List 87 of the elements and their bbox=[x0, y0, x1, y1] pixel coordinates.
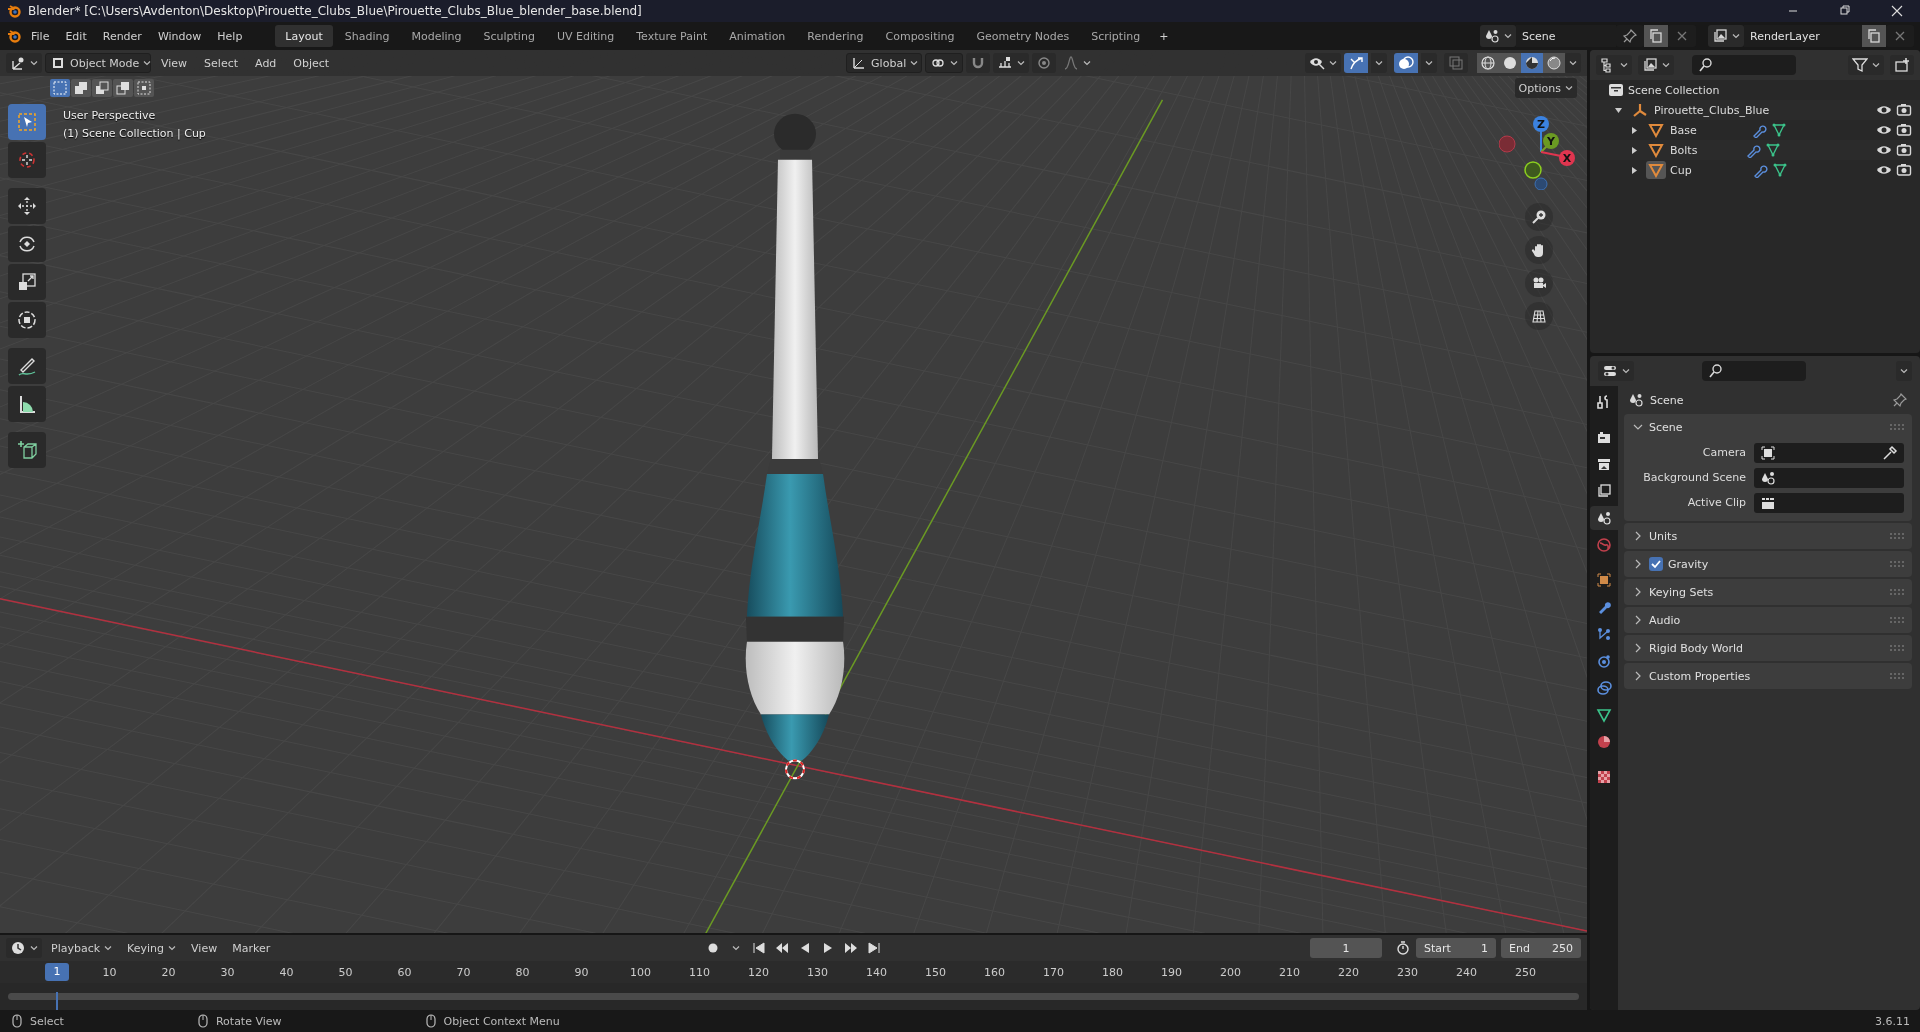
menu-item[interactable]: Edit bbox=[58, 26, 94, 46]
frame-number: 90 bbox=[573, 965, 590, 979]
frame-number: 190 bbox=[1160, 965, 1183, 979]
workspace-tab[interactable]: Layout bbox=[275, 25, 333, 47]
menu-item[interactable]: Render bbox=[95, 26, 149, 46]
tree-item-label[interactable]: Cup bbox=[1670, 163, 1692, 177]
panel-title[interactable]: Gravity bbox=[1668, 557, 1709, 571]
frame-number: 230 bbox=[1396, 965, 1419, 979]
workspace-tab[interactable]: Modeling bbox=[401, 25, 472, 47]
frame-number: 250 bbox=[1514, 965, 1537, 979]
viewport-info-text: (1) Scene Collection | Cup bbox=[63, 126, 206, 142]
workspace-tab[interactable]: Texture Paint bbox=[626, 25, 718, 47]
view-layer-name-field[interactable]: RenderLayer bbox=[1744, 25, 1862, 47]
frame-number: 240 bbox=[1455, 965, 1478, 979]
menu-dropdown[interactable]: Marker bbox=[226, 938, 277, 958]
start-frame-field[interactable]: Start 1 bbox=[1416, 938, 1496, 958]
menu-item[interactable]: View bbox=[154, 53, 195, 73]
frame-number: 120 bbox=[747, 965, 770, 979]
frame-number: 1 bbox=[45, 963, 69, 981]
menu-item[interactable]: Window bbox=[150, 26, 209, 46]
workspace-tab[interactable]: Compositing bbox=[875, 25, 965, 47]
tree-item-label[interactable]: Scene Collection bbox=[1628, 83, 1720, 97]
field-label: Active Clip bbox=[1686, 496, 1746, 509]
menu-item[interactable]: File bbox=[24, 26, 57, 46]
workspace-tab[interactable]: UV Editing bbox=[546, 25, 625, 47]
scene-name-field[interactable]: Scene bbox=[1516, 25, 1616, 47]
frame-number: 30 bbox=[219, 965, 236, 979]
panel-title[interactable]: Scene bbox=[1649, 420, 1683, 434]
menu-item[interactable]: Add bbox=[248, 53, 284, 73]
frame-number: 70 bbox=[455, 965, 472, 979]
axis-handle[interactable]: X bbox=[1540, 150, 1575, 166]
tree-item-label[interactable]: Base bbox=[1670, 123, 1697, 137]
menu-dropdown[interactable]: Keying bbox=[121, 938, 183, 958]
menu-dropdown[interactable]: View bbox=[185, 938, 224, 958]
panel-title[interactable]: Units bbox=[1649, 529, 1678, 543]
tree-item-label[interactable]: Pirouette_Clubs_Blue bbox=[1654, 103, 1770, 117]
field-label: Start bbox=[1424, 941, 1451, 955]
workspace-tab[interactable]: Shading bbox=[334, 25, 400, 47]
workspace-tab[interactable]: Rendering bbox=[797, 25, 874, 47]
workspace-tab[interactable]: Geometry Nodes bbox=[966, 25, 1080, 47]
menu-item[interactable]: Select bbox=[197, 53, 246, 73]
field-value: 1 bbox=[1481, 941, 1488, 955]
workspace-tab[interactable]: Sculpting bbox=[473, 25, 545, 47]
end-frame-field[interactable]: End 250 bbox=[1501, 938, 1581, 958]
frame-number: 100 bbox=[629, 965, 652, 979]
field-label: End bbox=[1509, 941, 1530, 955]
frame-number: 50 bbox=[337, 965, 354, 979]
menu-dropdown[interactable]: Playback bbox=[45, 938, 119, 958]
menu-item[interactable]: Object bbox=[286, 53, 337, 73]
window-title: Blender* [C:\Users\Avdenton\Desktop\Pirouette_Clubs_Blue\Pirouette_Clubs_Blue_blender_base.blend] bbox=[28, 4, 642, 18]
status-hint: Rotate View bbox=[215, 1014, 282, 1028]
field-label: Background Scene bbox=[1642, 471, 1746, 484]
options-dropdown[interactable]: Options bbox=[1514, 78, 1577, 98]
frame-number: 130 bbox=[806, 965, 829, 979]
frame-number: 40 bbox=[278, 965, 295, 979]
field-value: 250 bbox=[1552, 941, 1573, 955]
workspace-tab[interactable]: Animation bbox=[719, 25, 796, 47]
frame-number: 200 bbox=[1219, 965, 1242, 979]
add-workspace-button[interactable]: + bbox=[1152, 26, 1176, 46]
current-frame-field[interactable]: 1 bbox=[1310, 938, 1382, 958]
viewport-info-text: User Perspective bbox=[63, 108, 157, 124]
frame-number: 60 bbox=[396, 965, 413, 979]
mode-dropdown[interactable]: Object Mode bbox=[45, 53, 151, 73]
frame-number: 140 bbox=[865, 965, 888, 979]
panel-title[interactable]: Rigid Body World bbox=[1649, 641, 1743, 655]
frame-number: 20 bbox=[160, 965, 177, 979]
panel-title[interactable]: Keying Sets bbox=[1649, 585, 1714, 599]
frame-number: 180 bbox=[1101, 965, 1124, 979]
frame-number: 150 bbox=[924, 965, 947, 979]
tree-item-label[interactable]: Bolts bbox=[1670, 143, 1698, 157]
menu-item[interactable]: Help bbox=[210, 26, 250, 46]
panel-title[interactable]: Audio bbox=[1649, 613, 1681, 627]
frame-number: 110 bbox=[688, 965, 711, 979]
frame-number: 80 bbox=[514, 965, 531, 979]
workspace-tab[interactable]: Scripting bbox=[1081, 25, 1151, 47]
panel-title[interactable]: Custom Properties bbox=[1649, 669, 1751, 683]
frame-number: 10 bbox=[101, 965, 118, 979]
frame-number: 160 bbox=[983, 965, 1006, 979]
context-title: Scene bbox=[1650, 393, 1684, 407]
orientation-dropdown[interactable]: Global bbox=[846, 53, 923, 73]
status-hint: Select bbox=[30, 1014, 64, 1028]
frame-number: 170 bbox=[1042, 965, 1065, 979]
field-label: Camera bbox=[1701, 446, 1746, 459]
version-label: 3.6.11 bbox=[1875, 1014, 1910, 1028]
status-hint: Object Context Menu bbox=[443, 1014, 560, 1028]
frame-number: 220 bbox=[1337, 965, 1360, 979]
frame-number: 210 bbox=[1278, 965, 1301, 979]
